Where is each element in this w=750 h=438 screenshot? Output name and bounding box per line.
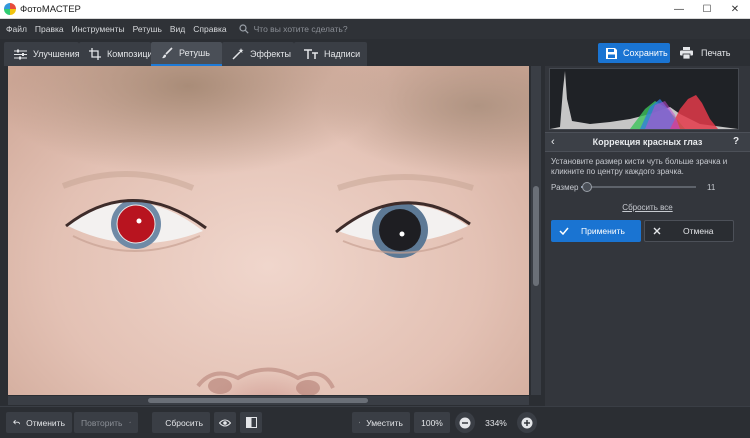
fit-screen-icon <box>359 421 361 424</box>
tab-improvements[interactable]: Улучшения <box>4 42 80 66</box>
fit-label: Уместить <box>366 417 403 428</box>
close-icon <box>653 227 661 235</box>
apply-label: Применить <box>581 226 625 236</box>
maximize-button[interactable]: ☐ <box>694 0 720 19</box>
compare-icon <box>245 417 257 428</box>
tab-composition[interactable]: Композиция <box>79 42 157 66</box>
tab-improvements-label: Улучшения <box>33 49 80 59</box>
undo-button[interactable]: Отменить <box>6 412 72 433</box>
app-logo-icon <box>4 3 16 15</box>
magic-wand-icon <box>232 48 244 60</box>
vertical-scrollbar[interactable] <box>531 66 541 395</box>
fit-button[interactable]: Уместить <box>352 412 410 433</box>
redo-label: Повторить <box>81 417 123 428</box>
vertical-scroll-thumb[interactable] <box>533 186 539 286</box>
apply-button[interactable]: Применить <box>551 220 641 242</box>
reset-all-link[interactable]: Сбросить все <box>545 203 750 212</box>
checkmark-icon <box>559 227 569 235</box>
histogram-graph <box>550 71 738 129</box>
save-label: Сохранить <box>623 48 668 58</box>
size-label: Размер <box>551 183 579 192</box>
text-icon <box>304 48 318 59</box>
print-button[interactable]: Печать <box>676 43 742 63</box>
menu-help[interactable]: Справка <box>193 24 226 34</box>
zoom-in-button[interactable] <box>517 412 537 433</box>
menu-file[interactable]: Файл <box>6 24 27 34</box>
tab-text-label: Надписи <box>324 49 361 59</box>
search-icon <box>239 24 249 34</box>
zoom-100-button[interactable]: 100% <box>414 412 450 433</box>
size-slider[interactable] <box>581 182 696 192</box>
menu-view[interactable]: Вид <box>170 24 185 34</box>
tab-text[interactable]: Надписи <box>294 42 367 66</box>
tab-effects-label: Эффекты <box>250 49 291 59</box>
panel-header: ‹ Коррекция красных глаз ? <box>545 132 750 152</box>
close-button[interactable]: ✕ <box>722 0 748 19</box>
brush-icon <box>162 47 173 59</box>
print-label: Печать <box>701 48 731 58</box>
cancel-button[interactable]: Отмена <box>644 220 734 242</box>
zoom-100-label: 100% <box>421 417 443 428</box>
undo-icon <box>13 419 20 425</box>
help-button[interactable]: ? <box>733 136 739 147</box>
tab-effects[interactable]: Эффекты <box>222 42 294 66</box>
search-input[interactable] <box>253 24 384 34</box>
window-title: ФотоМАСТЕР <box>20 4 81 15</box>
preview-toggle-button[interactable] <box>214 412 236 433</box>
save-button[interactable]: Сохранить <box>598 43 670 63</box>
menu-edit[interactable]: Правка <box>35 24 64 34</box>
menu-search <box>239 24 384 34</box>
reset-button[interactable]: Сбросить <box>152 412 210 433</box>
sliders-icon <box>14 49 27 59</box>
baby-face-photo <box>61 171 474 395</box>
size-slider-handle[interactable] <box>581 182 592 192</box>
compare-button[interactable] <box>240 412 262 433</box>
photo-canvas[interactable] <box>8 66 529 395</box>
panel-title: Коррекция красных глаз <box>592 137 703 147</box>
plus-icon <box>521 417 533 428</box>
tab-retouch-label: Ретушь <box>179 48 210 58</box>
histogram <box>549 68 739 130</box>
undo-label: Отменить <box>26 417 65 428</box>
tool-panel: ‹ Коррекция красных глаз ? Установите ра… <box>545 66 750 406</box>
tab-composition-label: Композиция <box>107 49 158 59</box>
printer-icon <box>680 47 693 59</box>
bottom-toolbar: Отменить Повторить Сбросить Уместить 100… <box>0 406 750 438</box>
cancel-label: Отмена <box>683 226 714 236</box>
size-value: 11 <box>707 183 716 192</box>
title-bar: ФотоМАСТЕР — ☐ ✕ <box>0 0 750 19</box>
instruction-text: Установите размер кисти чуть больше зрач… <box>551 157 728 176</box>
horizontal-scroll-thumb[interactable] <box>148 398 368 403</box>
canvas-area <box>0 66 545 406</box>
redo-button[interactable]: Повторить <box>74 412 138 433</box>
crop-icon <box>89 48 101 60</box>
minus-icon <box>459 417 471 428</box>
minimize-button[interactable]: — <box>666 0 692 19</box>
eye-icon <box>219 418 231 427</box>
menu-retouch[interactable]: Ретушь <box>133 24 162 34</box>
menu-tools[interactable]: Инструменты <box>72 24 125 34</box>
zoom-level: 334% <box>485 417 507 428</box>
floppy-disk-icon <box>606 47 617 59</box>
redo-icon <box>128 421 131 424</box>
horizontal-scrollbar[interactable] <box>8 396 529 405</box>
reset-label: Сбросить <box>165 417 203 428</box>
menu-bar: Файл Правка Инструменты Ретушь Вид Справ… <box>0 19 750 39</box>
zoom-out-button[interactable] <box>455 412 475 433</box>
tab-retouch[interactable]: Ретушь <box>151 42 222 66</box>
